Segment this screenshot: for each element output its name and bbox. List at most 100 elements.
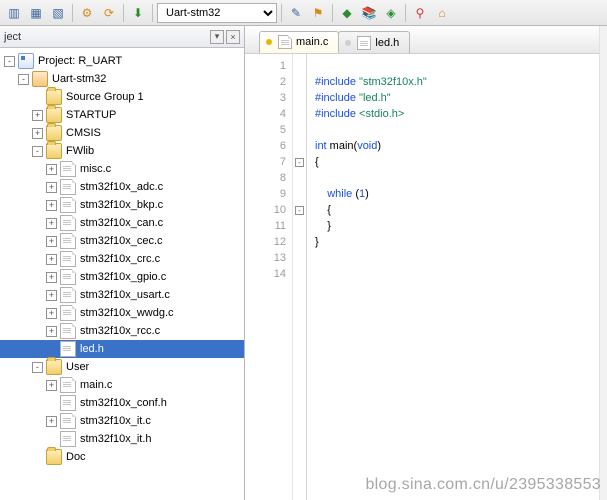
tree-node[interactable]: +CMSIS xyxy=(0,124,244,142)
tree-label: STARTUP xyxy=(66,109,116,121)
tree-node[interactable]: led.h xyxy=(0,340,244,358)
tree-node[interactable]: + stm32f10x_it.c xyxy=(0,412,244,430)
tree-node[interactable]: -Project: R_UART xyxy=(0,52,244,70)
code-line[interactable]: #include "stm32f10x.h" xyxy=(315,74,599,90)
expand-icon[interactable]: + xyxy=(46,164,57,175)
tree-node[interactable]: +stm32f10x_gpio.c xyxy=(0,268,244,286)
tool-manage-icon[interactable]: ◆ xyxy=(337,3,357,23)
expand-icon[interactable]: + xyxy=(46,308,57,319)
ico-cfile-icon xyxy=(60,215,76,231)
code-line[interactable]: #include <stdio.h> xyxy=(315,106,599,122)
line-gutter: 1234567891011121314 xyxy=(245,54,293,500)
tree-node[interactable]: + stm32f10x_wwdg.c xyxy=(0,304,244,322)
code-line[interactable]: { xyxy=(315,202,599,218)
expand-icon[interactable]: + xyxy=(32,128,43,139)
code-editor[interactable]: 1234567891011121314 -- #include "stm32f1… xyxy=(245,54,599,500)
code-line[interactable]: } xyxy=(315,234,599,250)
tool-pack-icon[interactable]: ◈ xyxy=(381,3,401,23)
tree-node[interactable]: +stm32f10x_bkp.c xyxy=(0,196,244,214)
tree-node[interactable]: +stm32f10x_usart.c xyxy=(0,286,244,304)
code-line[interactable] xyxy=(315,266,599,282)
tree-label: led.h xyxy=(80,343,104,355)
code-line[interactable]: while (1) xyxy=(315,186,599,202)
tree-node[interactable]: stm32f10x_it.h xyxy=(0,430,244,448)
expand-icon[interactable]: + xyxy=(46,200,57,211)
ico-folder-icon xyxy=(46,125,62,141)
code-line[interactable] xyxy=(315,170,599,186)
expand-icon[interactable]: - xyxy=(4,56,15,67)
tool-options-icon[interactable]: ✎ xyxy=(286,3,306,23)
ico-cfile-icon xyxy=(60,251,76,267)
tree-label: stm32f10x_wwdg.c xyxy=(80,307,174,319)
tree-label: Doc xyxy=(66,451,86,463)
expand-icon[interactable]: + xyxy=(46,326,57,337)
tree-node[interactable]: +stm32f10x_crc.c xyxy=(0,250,244,268)
tree-node[interactable]: -FWlib xyxy=(0,142,244,160)
tree-label: stm32f10x_it.h xyxy=(80,433,152,445)
code-line[interactable]: { xyxy=(315,154,599,170)
tool-build-icon[interactable]: ⚙ xyxy=(77,3,97,23)
tree-node[interactable]: +misc.c xyxy=(0,160,244,178)
editor-tab[interactable]: main.c xyxy=(259,31,339,53)
ico-cfile-icon xyxy=(60,305,76,321)
tree-node[interactable]: +stm32f10x_rcc.c xyxy=(0,322,244,340)
tree-node[interactable]: + STARTUP xyxy=(0,106,244,124)
tree-node[interactable]: +stm32f10x_cec.c xyxy=(0,232,244,250)
expand-icon[interactable]: + xyxy=(46,290,57,301)
project-tree[interactable]: -Project: R_UART-Uart-stm32Source Group … xyxy=(0,48,244,500)
tree-node[interactable]: - User xyxy=(0,358,244,376)
target-select[interactable]: Uart-stm32 xyxy=(157,3,277,23)
expand-icon[interactable]: + xyxy=(46,254,57,265)
editor-tab[interactable]: led.h xyxy=(338,31,410,53)
ico-cfile-icon xyxy=(60,287,76,303)
tree-node[interactable]: + stm32f10x_can.c xyxy=(0,214,244,232)
tool-rebuild-icon[interactable]: ⟳ xyxy=(99,3,119,23)
pin-icon[interactable]: ▾ xyxy=(210,30,224,44)
tool-download-icon[interactable]: ⬇ xyxy=(128,3,148,23)
fold-icon[interactable]: - xyxy=(295,206,304,215)
code-line[interactable]: } xyxy=(315,218,599,234)
expand-icon[interactable]: + xyxy=(46,272,57,283)
code-line[interactable] xyxy=(315,250,599,266)
code-line[interactable]: int main(void) xyxy=(315,138,599,154)
tab-modified-icon xyxy=(266,39,272,45)
code-line[interactable] xyxy=(315,122,599,138)
tree-node[interactable]: +stm32f10x_adc.c xyxy=(0,178,244,196)
tool-new-icon[interactable]: ▥ xyxy=(4,3,24,23)
expand-icon[interactable]: - xyxy=(32,146,43,157)
tool-books-icon[interactable]: 📚 xyxy=(359,3,379,23)
code-line[interactable]: #include "led.h" xyxy=(315,90,599,106)
project-panel-label: ject xyxy=(4,31,21,43)
ico-cfile-icon xyxy=(60,233,76,249)
tool-link-icon[interactable]: ⚲ xyxy=(410,3,430,23)
expand-icon[interactable]: + xyxy=(46,380,57,391)
expand-icon[interactable]: - xyxy=(32,362,43,373)
tree-node[interactable]: Source Group 1 xyxy=(0,88,244,106)
expand-icon[interactable]: + xyxy=(46,236,57,247)
scrollbar-vertical[interactable] xyxy=(599,26,607,500)
tree-node[interactable]: +main.c xyxy=(0,376,244,394)
tree-label: stm32f10x_can.c xyxy=(80,217,163,229)
fold-gutter[interactable]: -- xyxy=(293,54,307,500)
code-line[interactable] xyxy=(315,58,599,74)
tool-target-icon[interactable]: ⚑ xyxy=(308,3,328,23)
expand-icon[interactable]: + xyxy=(46,218,57,229)
tool-batch-icon[interactable]: ▧ xyxy=(48,3,68,23)
code-area[interactable]: #include "stm32f10x.h"#include "led.h"#i… xyxy=(307,54,599,500)
expand-icon[interactable]: + xyxy=(46,416,57,427)
close-icon[interactable]: × xyxy=(226,30,240,44)
tree-label: User xyxy=(66,361,89,373)
ico-proj-icon xyxy=(18,53,34,69)
ico-cfile-icon xyxy=(60,197,76,213)
tree-label: stm32f10x_it.c xyxy=(80,415,151,427)
tree-node[interactable]: stm32f10x_conf.h xyxy=(0,394,244,412)
expand-icon[interactable]: - xyxy=(18,74,29,85)
tool-multi-icon[interactable]: ▦ xyxy=(26,3,46,23)
tree-node[interactable]: Doc xyxy=(0,448,244,466)
expand-icon[interactable]: + xyxy=(32,110,43,121)
expand-icon[interactable]: + xyxy=(46,182,57,193)
editor-tabbar: main.cled.h xyxy=(245,26,599,54)
tool-debug-icon[interactable]: ⌂ xyxy=(432,3,452,23)
fold-icon[interactable]: - xyxy=(295,158,304,167)
tree-node[interactable]: -Uart-stm32 xyxy=(0,70,244,88)
